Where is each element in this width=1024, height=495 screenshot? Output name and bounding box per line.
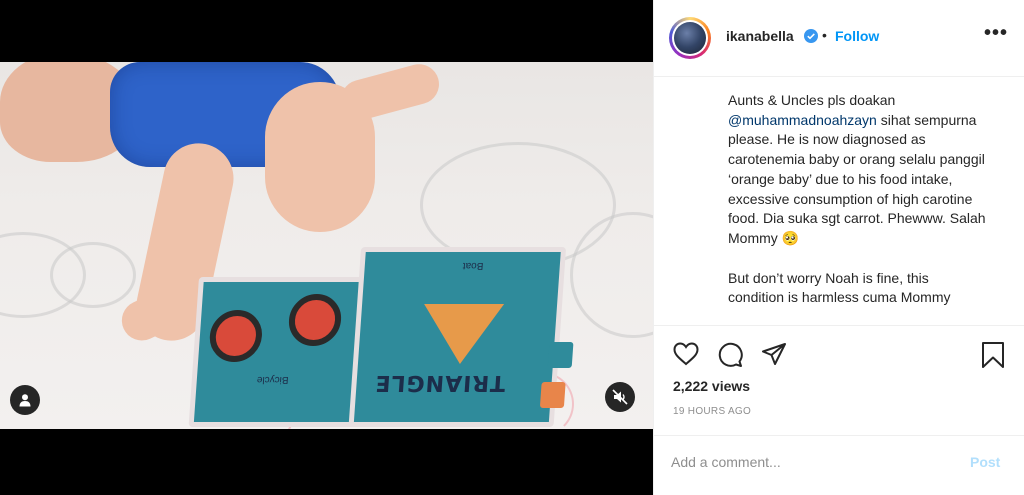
view-count[interactable]: 2,222 views: [673, 378, 750, 394]
baby-hand: [336, 62, 444, 125]
post-panel: ikanabella • Follow ••• Aunts & Uncles p…: [653, 0, 1024, 495]
book-page-left: Bicycle: [188, 277, 368, 427]
caption-text: sihat sempurna please. He is now diagnos…: [728, 111, 986, 246]
more-options-button[interactable]: •••: [984, 22, 1008, 45]
blanket-pattern: [50, 242, 136, 308]
mention-link[interactable]: @muhammadnoahzayn: [728, 112, 877, 128]
divider: [654, 325, 1024, 326]
picture-book: Bicycle Boat TRIANGLE: [188, 247, 574, 427]
book-page-right: Boat TRIANGLE: [348, 247, 567, 427]
verified-badge-icon: [804, 29, 818, 43]
post-timestamp[interactable]: 19 HOURS AGO: [673, 406, 751, 417]
boat-sail: [419, 304, 505, 364]
book-label-bicycle: Bicycle: [256, 374, 289, 385]
book-tab: [547, 342, 574, 368]
avatar[interactable]: [669, 17, 711, 59]
muted-speaker-icon: [612, 389, 628, 405]
bicycle-wheel: [208, 310, 264, 362]
username-link[interactable]: ikanabella: [726, 28, 794, 44]
mute-toggle-button[interactable]: [605, 382, 635, 412]
post-media: Bicycle Boat TRIANGLE: [0, 0, 653, 495]
comment-input[interactable]: [671, 451, 941, 473]
book-tab: [539, 382, 566, 408]
comment-icon[interactable]: [717, 342, 743, 368]
share-icon[interactable]: [761, 342, 787, 366]
caption-text: Aunts & Uncles pls doakan: [728, 92, 896, 108]
book-title: TRIANGLE: [373, 370, 507, 395]
bookmark-icon[interactable]: [981, 341, 1005, 369]
separator-dot: •: [822, 27, 827, 43]
post-caption: Aunts & Uncles pls doakan @muhammadnoahz…: [728, 91, 986, 326]
post-comment-button[interactable]: Post: [970, 454, 1000, 470]
follow-button[interactable]: Follow: [835, 28, 879, 44]
divider: [654, 435, 1024, 436]
bicycle-wheel: [287, 294, 343, 346]
book-label-boat: Boat: [462, 260, 484, 271]
video-player[interactable]: Bicycle Boat TRIANGLE: [0, 62, 653, 429]
heart-icon[interactable]: [673, 342, 699, 366]
user-icon: [19, 394, 31, 407]
post-header: ikanabella • Follow •••: [654, 0, 1024, 77]
avatar-image: [674, 22, 706, 54]
caption-paragraph: But don’t worry Noah is fine, this condi…: [728, 269, 951, 306]
tagged-user-button[interactable]: [10, 385, 40, 415]
